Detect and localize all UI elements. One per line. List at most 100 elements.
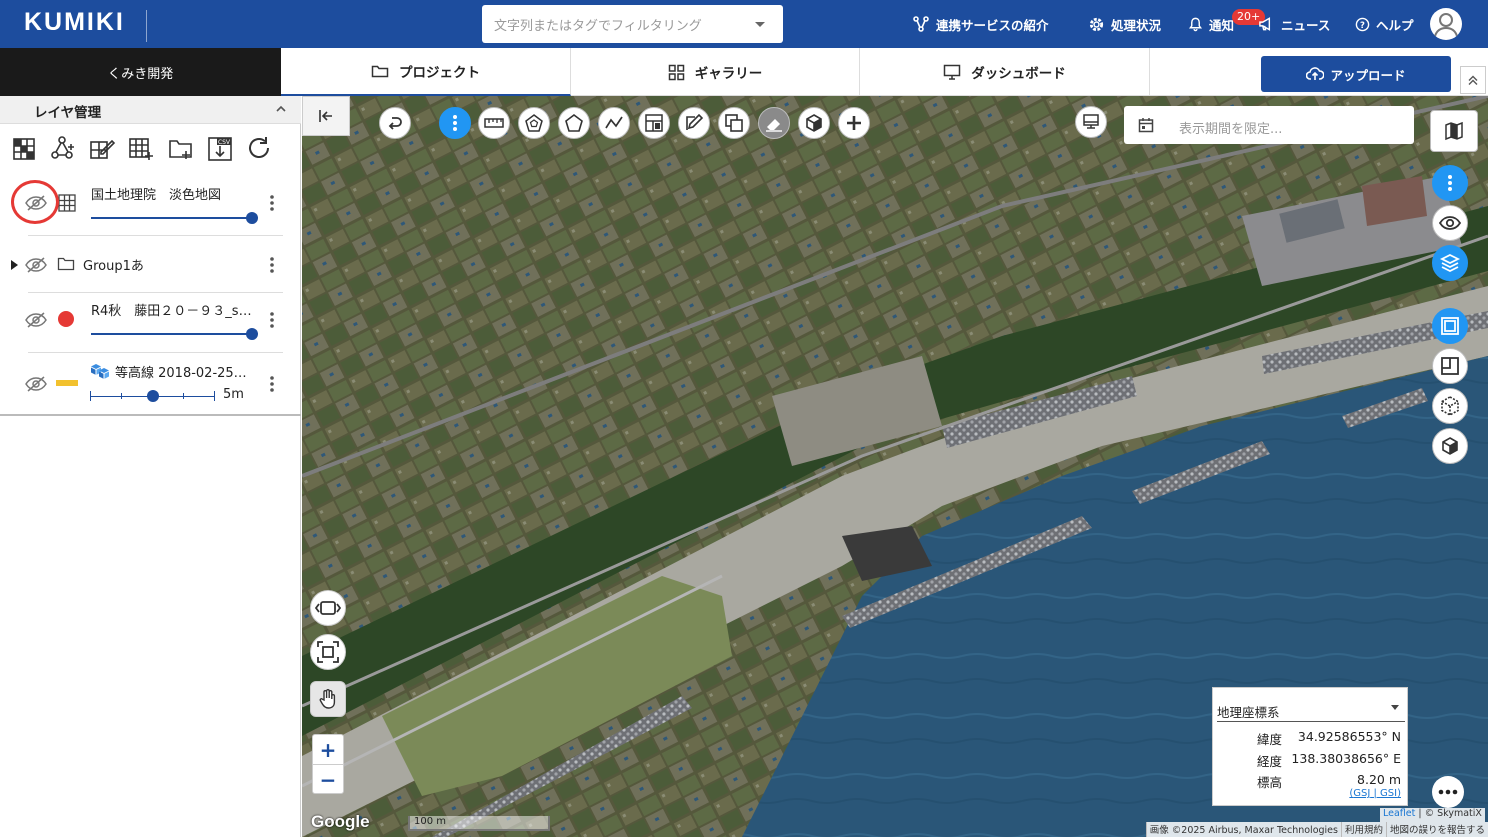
more-vert-icon[interactable] [266, 256, 278, 274]
layer-name: Group1あ [83, 259, 144, 274]
project-name[interactable]: くみき開発 [0, 48, 281, 96]
report-error-link[interactable]: 地図の誤りを報告する [1385, 822, 1488, 837]
add-folder-icon[interactable] [167, 134, 195, 162]
gsi-link[interactable]: GSI [1380, 788, 1397, 799]
zoom-control: + − [312, 734, 344, 794]
cloud-upload-icon [1306, 67, 1325, 80]
add-tool[interactable] [838, 107, 870, 139]
fit-width-button[interactable] [310, 590, 346, 626]
polygon-area-tool[interactable] [518, 107, 550, 139]
measure-tool[interactable] [478, 107, 510, 139]
copy-tool[interactable] [718, 107, 750, 139]
add-tile-layer-icon[interactable] [11, 134, 39, 162]
layer-group-item[interactable]: Group1あ [0, 236, 301, 293]
more-tools-button[interactable] [439, 107, 471, 139]
skymatix-credit: © SkymatiX [1424, 808, 1482, 819]
layer-panel-title: レイヤ管理 [34, 105, 102, 121]
user-avatar[interactable] [1430, 8, 1462, 40]
collapse-left-icon [319, 110, 332, 122]
map-attribution: 画像 ©2025 Airbus, Maxar Technologies 利用規約… [1145, 822, 1488, 837]
eye-off-icon[interactable] [24, 375, 48, 393]
search-placeholder: 文字列またはタグでフィルタリング [494, 19, 702, 34]
layer-item[interactable]: R4秋 藤田２０－９３_s… [0, 293, 301, 353]
tab-projects[interactable]: プロジェクト [281, 48, 571, 96]
calendar-icon [1138, 118, 1154, 133]
3d-view-button[interactable] [1432, 428, 1468, 464]
tab-gallery[interactable]: ギャラリー [571, 48, 860, 96]
opacity-slider-handle[interactable] [246, 212, 258, 224]
point-cloud-button[interactable] [1432, 388, 1468, 424]
processing-label: 処理状況 [1111, 17, 1162, 33]
more-vert-icon [1448, 175, 1452, 191]
user-icon [1434, 13, 1458, 37]
megaphone-icon [1259, 17, 1271, 31]
monitor-icon [1083, 114, 1099, 129]
date-range-filter[interactable]: 表示期間を限定... [1124, 106, 1414, 144]
news-link[interactable]: ニュース [1258, 0, 1330, 48]
leaflet-link[interactable]: Leaflet [1383, 808, 1415, 819]
zoom-out-button[interactable]: − [313, 765, 343, 795]
terms-link[interactable]: 利用規約 [1340, 822, 1386, 837]
upload-button[interactable]: アップロード [1261, 56, 1451, 92]
2d-view-button[interactable] [1432, 308, 1468, 344]
eye-off-icon[interactable] [24, 256, 48, 274]
basemap-button[interactable] [1430, 110, 1478, 152]
eraser-tool[interactable] [758, 107, 790, 139]
tab-dashboard[interactable]: ダッシュボード [860, 48, 1150, 96]
draw-line-tool[interactable] [598, 107, 630, 139]
collapse-header-button[interactable] [1460, 66, 1486, 94]
annotate-tool[interactable] [678, 107, 710, 139]
opacity-slider[interactable] [91, 217, 252, 219]
add-vector-layer-icon[interactable] [49, 134, 77, 162]
print-tool[interactable] [1075, 106, 1107, 138]
folder-icon [371, 65, 389, 78]
cubes-icon [91, 364, 109, 379]
map-more-button[interactable] [1432, 776, 1464, 808]
map-options-button[interactable] [1432, 165, 1468, 201]
opacity-slider[interactable] [91, 333, 252, 335]
visibility-button[interactable] [1432, 205, 1468, 241]
layers-button[interactable] [1432, 245, 1468, 281]
refresh-icon[interactable] [245, 134, 273, 162]
fit-width-icon [315, 601, 341, 615]
layout-tool[interactable] [638, 107, 670, 139]
more-vert-icon[interactable] [266, 311, 278, 329]
edit-layer-icon[interactable] [88, 134, 116, 162]
tag-filter-search[interactable]: 文字列またはタグでフィルタリング [482, 5, 783, 43]
csv-export-icon[interactable]: CSV [206, 134, 234, 162]
contour-step-handle[interactable] [147, 390, 159, 402]
zoom-in-button[interactable]: + [313, 735, 343, 765]
services-link[interactable]: 連携サービスの紹介 [912, 0, 1049, 48]
3d-model-tool[interactable] [798, 107, 830, 139]
more-vert-icon[interactable] [266, 375, 278, 393]
help-link[interactable]: ? ヘルプ [1355, 0, 1414, 48]
coordinate-system-value: 地理座標系 [1217, 705, 1280, 720]
layer-panel-header: レイヤ管理 [0, 96, 301, 124]
chevron-up-icon[interactable] [274, 102, 288, 116]
map-scale-bar: 100 m [408, 816, 550, 831]
polyline-icon [605, 116, 623, 129]
pan-tool-button[interactable] [310, 681, 346, 717]
undo-tool[interactable] [379, 107, 411, 139]
notifications-link[interactable]: 通知 [1188, 0, 1234, 48]
kumiki-logo[interactable]: KUMIKI [24, 8, 125, 37]
leaflet-attribution: Leaflet | © SkymatiX [1380, 808, 1485, 822]
processing-status-link[interactable]: 処理状況 [1088, 0, 1161, 48]
fit-extent-button[interactable] [310, 634, 346, 670]
layer-item[interactable]: 等高線 2018-02-25… 5m [0, 353, 301, 413]
draw-polygon-tool[interactable] [558, 107, 590, 139]
latitude-label: 緯度 [1257, 732, 1283, 747]
collapse-panel-button[interactable] [302, 96, 350, 136]
split-view-icon [1441, 357, 1459, 375]
share-icon [913, 16, 929, 32]
coordinate-system-select[interactable]: 地理座標系 [1217, 700, 1405, 722]
gsj-link[interactable]: GSJ [1353, 788, 1370, 799]
add-grid-layer-icon[interactable] [127, 134, 155, 162]
eye-off-icon[interactable] [24, 311, 48, 329]
more-vert-icon[interactable] [266, 194, 278, 212]
split-view-button[interactable] [1432, 348, 1468, 384]
slider-tick [90, 391, 91, 401]
expand-arrow-icon[interactable] [10, 260, 19, 270]
grid-icon [668, 64, 684, 80]
opacity-slider-handle[interactable] [246, 328, 258, 340]
